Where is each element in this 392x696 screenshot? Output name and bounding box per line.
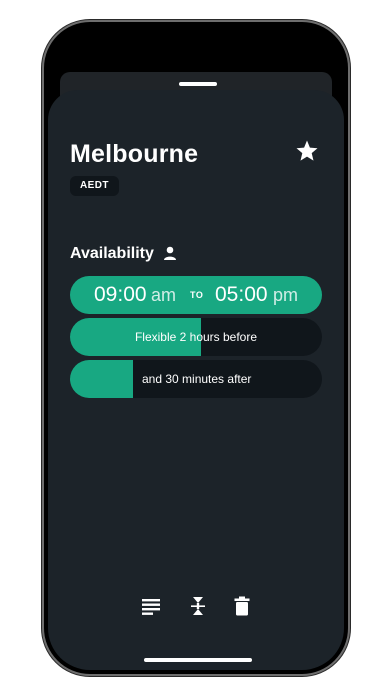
screen: Melbourne AEDT Availability 09:00 am TO … — [48, 26, 344, 670]
person-icon[interactable] — [162, 245, 178, 261]
to-separator: TO — [190, 290, 204, 300]
city-title: Melbourne — [70, 140, 199, 168]
end-time: 05:00 — [215, 283, 268, 306]
location-sheet: Melbourne AEDT Availability 09:00 am TO … — [48, 90, 344, 670]
flex-after-slider[interactable]: and 30 minutes after — [70, 360, 322, 398]
phone-frame: Melbourne AEDT Availability 09:00 am TO … — [44, 22, 348, 674]
home-indicator[interactable] — [144, 658, 252, 662]
start-ampm: am — [151, 285, 177, 305]
star-icon[interactable] — [295, 139, 319, 163]
flex-before-slider[interactable]: Flexible 2 hours before — [70, 318, 322, 356]
flex-after-label: and 30 minutes after — [142, 372, 252, 386]
end-ampm: pm — [273, 285, 299, 305]
start-time: 09:00 — [94, 283, 147, 306]
flex-after-fill — [70, 360, 133, 398]
availability-heading: Availability — [70, 245, 154, 262]
timezone-badge: AEDT — [70, 176, 119, 196]
collapse-icon[interactable] — [187, 595, 209, 617]
time-range-pill[interactable]: 09:00 am TO 05:00 pm — [70, 276, 322, 314]
notes-icon[interactable] — [140, 595, 162, 617]
sheet-grabber[interactable] — [179, 82, 217, 86]
trash-icon[interactable] — [231, 595, 253, 617]
flex-before-label: Flexible 2 hours before — [134, 330, 258, 344]
